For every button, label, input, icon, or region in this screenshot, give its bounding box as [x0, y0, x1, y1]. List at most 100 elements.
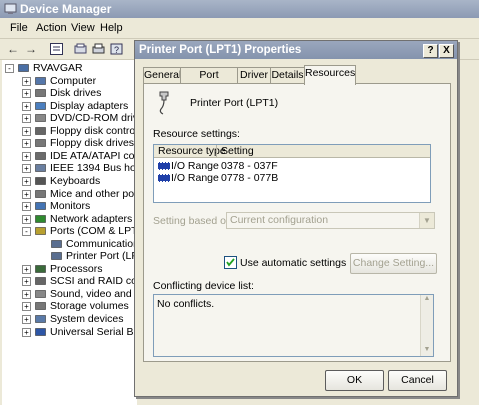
tree-item[interactable]: + Sound, video and game controllers — [2, 288, 137, 301]
collapse-icon[interactable]: - — [5, 64, 14, 73]
setting-based-on-value: Current configuration — [230, 214, 329, 226]
cancel-button[interactable]: Cancel — [388, 370, 447, 391]
menu-help[interactable]: Help — [100, 22, 123, 34]
tree-item[interactable]: + Storage volumes — [2, 300, 137, 313]
device-tree[interactable]: - RVAVGAR + Computer + Disk drives + Display ad… — [2, 60, 137, 405]
setting-based-on-select[interactable]: Current configuration ▼ — [226, 212, 435, 229]
tree-item[interactable]: Printer Port (LPT1) — [2, 250, 137, 263]
tree-item[interactable]: + IDE ATA/ATAPI controllers — [2, 150, 137, 163]
use-automatic-checkbox[interactable] — [224, 256, 237, 269]
table-row[interactable]: I/O Range 0378 - 037F — [156, 160, 426, 172]
column-header-setting[interactable]: Setting — [221, 145, 254, 157]
expand-icon[interactable]: + — [22, 76, 31, 86]
tree-item[interactable]: + DVD/CD-ROM drives — [2, 112, 137, 125]
device-category-icon — [35, 76, 46, 85]
tree-item[interactable]: + Disk drives — [2, 87, 137, 100]
chevron-down-icon[interactable]: ▼ — [419, 213, 434, 228]
expand-icon[interactable]: + — [22, 277, 31, 287]
resources-panel: Printer Port (LPT1) Resource settings: R… — [143, 83, 451, 362]
change-setting-button[interactable]: Change Setting... — [350, 253, 437, 274]
ok-button[interactable]: OK — [325, 370, 384, 391]
tree-item[interactable]: + Keyboards — [2, 175, 137, 188]
tree-item-label: Storage volumes — [50, 300, 129, 313]
tree-item-label: RVAVGAR — [33, 62, 83, 74]
expand-icon[interactable]: + — [22, 302, 31, 312]
device-category-icon — [35, 152, 46, 160]
expand-icon[interactable]: + — [22, 315, 31, 324]
tab-general[interactable]: General — [143, 67, 181, 84]
tree-item[interactable]: + Floppy disk drives — [2, 137, 137, 150]
device-manager-icon — [4, 3, 17, 14]
forward-icon[interactable]: → — [23, 41, 39, 57]
menu-file[interactable]: File — [10, 22, 28, 34]
tree-item[interactable]: + SCSI and RAID controllers — [2, 275, 137, 288]
expand-icon[interactable]: + — [22, 139, 31, 149]
resource-table[interactable]: Resource type Setting I/O Range 0378 - 0… — [153, 144, 431, 203]
device-category-icon — [35, 177, 46, 185]
scroll-down-icon[interactable]: ▼ — [421, 346, 433, 356]
close-button[interactable]: X — [439, 44, 454, 58]
expand-icon[interactable]: + — [22, 214, 31, 224]
tree-item[interactable]: Communications Port (COM1) — [2, 238, 137, 251]
expand-icon[interactable]: + — [22, 114, 31, 124]
back-icon[interactable]: ← — [5, 41, 21, 57]
tree-item[interactable]: + Mice and other pointing devices — [2, 188, 137, 201]
tree-item-label: Sound, video and game controllers — [50, 287, 137, 300]
tab-driver[interactable]: Driver — [237, 67, 271, 84]
tab-port-settings[interactable]: Port Settings — [180, 67, 238, 96]
expand-icon[interactable]: + — [22, 151, 31, 161]
tree-item-label: IEEE 1394 Bus host controllers — [50, 162, 137, 175]
tree-item[interactable]: - Ports (COM & LPT) — [2, 225, 137, 238]
expand-icon[interactable]: + — [22, 327, 31, 337]
tree-item[interactable]: + Computer — [2, 75, 137, 88]
checkmark-icon — [226, 258, 235, 267]
svg-text:?: ? — [114, 45, 119, 55]
tab-resources[interactable]: Resources — [304, 65, 356, 85]
tree-item[interactable]: + IEEE 1394 Bus host controllers — [2, 162, 137, 175]
expand-icon[interactable]: + — [22, 264, 31, 274]
properties-icon[interactable] — [48, 41, 64, 57]
port-device-icon — [51, 239, 62, 248]
io-range-icon — [158, 174, 170, 182]
expand-icon[interactable]: + — [22, 164, 31, 174]
tree-item-label: Printer Port (LPT1) — [66, 250, 137, 263]
tree-item[interactable]: + Network adapters — [2, 213, 137, 226]
tree-item[interactable]: + Floppy disk controllers — [2, 125, 137, 138]
properties-dialog: Printer Port (LPT1) Properties ? X Gener… — [134, 40, 458, 397]
menu-action[interactable]: Action — [36, 22, 67, 34]
expand-icon[interactable]: + — [22, 101, 31, 111]
expand-icon[interactable]: + — [22, 89, 31, 99]
table-row[interactable]: I/O Range 0778 - 077B — [156, 172, 426, 184]
collapse-icon[interactable]: - — [22, 227, 31, 237]
scan-icon[interactable] — [72, 41, 88, 57]
tree-item[interactable]: + Processors — [2, 263, 137, 276]
expand-icon[interactable]: + — [22, 126, 31, 136]
conflict-list[interactable]: No conflicts. ▲ ▼ — [153, 294, 434, 357]
tree-item[interactable]: - RVAVGAR — [2, 62, 137, 75]
scroll-up-icon[interactable]: ▲ — [421, 295, 433, 305]
device-category-icon — [35, 227, 46, 235]
expand-icon[interactable]: + — [22, 202, 31, 212]
tree-item[interactable]: + Universal Serial Bus controllers — [2, 326, 137, 339]
device-category-icon — [35, 202, 46, 210]
conflict-text: No conflicts. — [157, 298, 215, 310]
scrollbar[interactable]: ▲ ▼ — [420, 295, 433, 356]
expand-icon[interactable]: + — [22, 176, 31, 186]
main-window-title: Device Manager — [20, 2, 112, 16]
help-icon[interactable]: ? — [108, 41, 124, 57]
use-automatic-label[interactable]: Use automatic settings — [240, 257, 346, 269]
tree-item[interactable]: + Display adapters — [2, 100, 137, 113]
device-name-label: Printer Port (LPT1) — [190, 97, 279, 109]
expand-icon[interactable]: + — [22, 289, 31, 299]
tree-item-label: Floppy disk controllers — [50, 124, 137, 137]
resource-table-header: Resource type Setting — [154, 145, 430, 158]
menu-view[interactable]: View — [71, 22, 95, 34]
tab-details[interactable]: Details — [270, 67, 305, 84]
expand-icon[interactable]: + — [22, 189, 31, 199]
tree-item-label: Network adapters — [50, 212, 133, 225]
help-button[interactable]: ? — [423, 44, 438, 58]
tree-item[interactable]: + Monitors — [2, 200, 137, 213]
tree-item[interactable]: + System devices — [2, 313, 137, 326]
print-icon[interactable] — [90, 41, 106, 57]
resource-settings-label: Resource settings: — [153, 128, 240, 140]
